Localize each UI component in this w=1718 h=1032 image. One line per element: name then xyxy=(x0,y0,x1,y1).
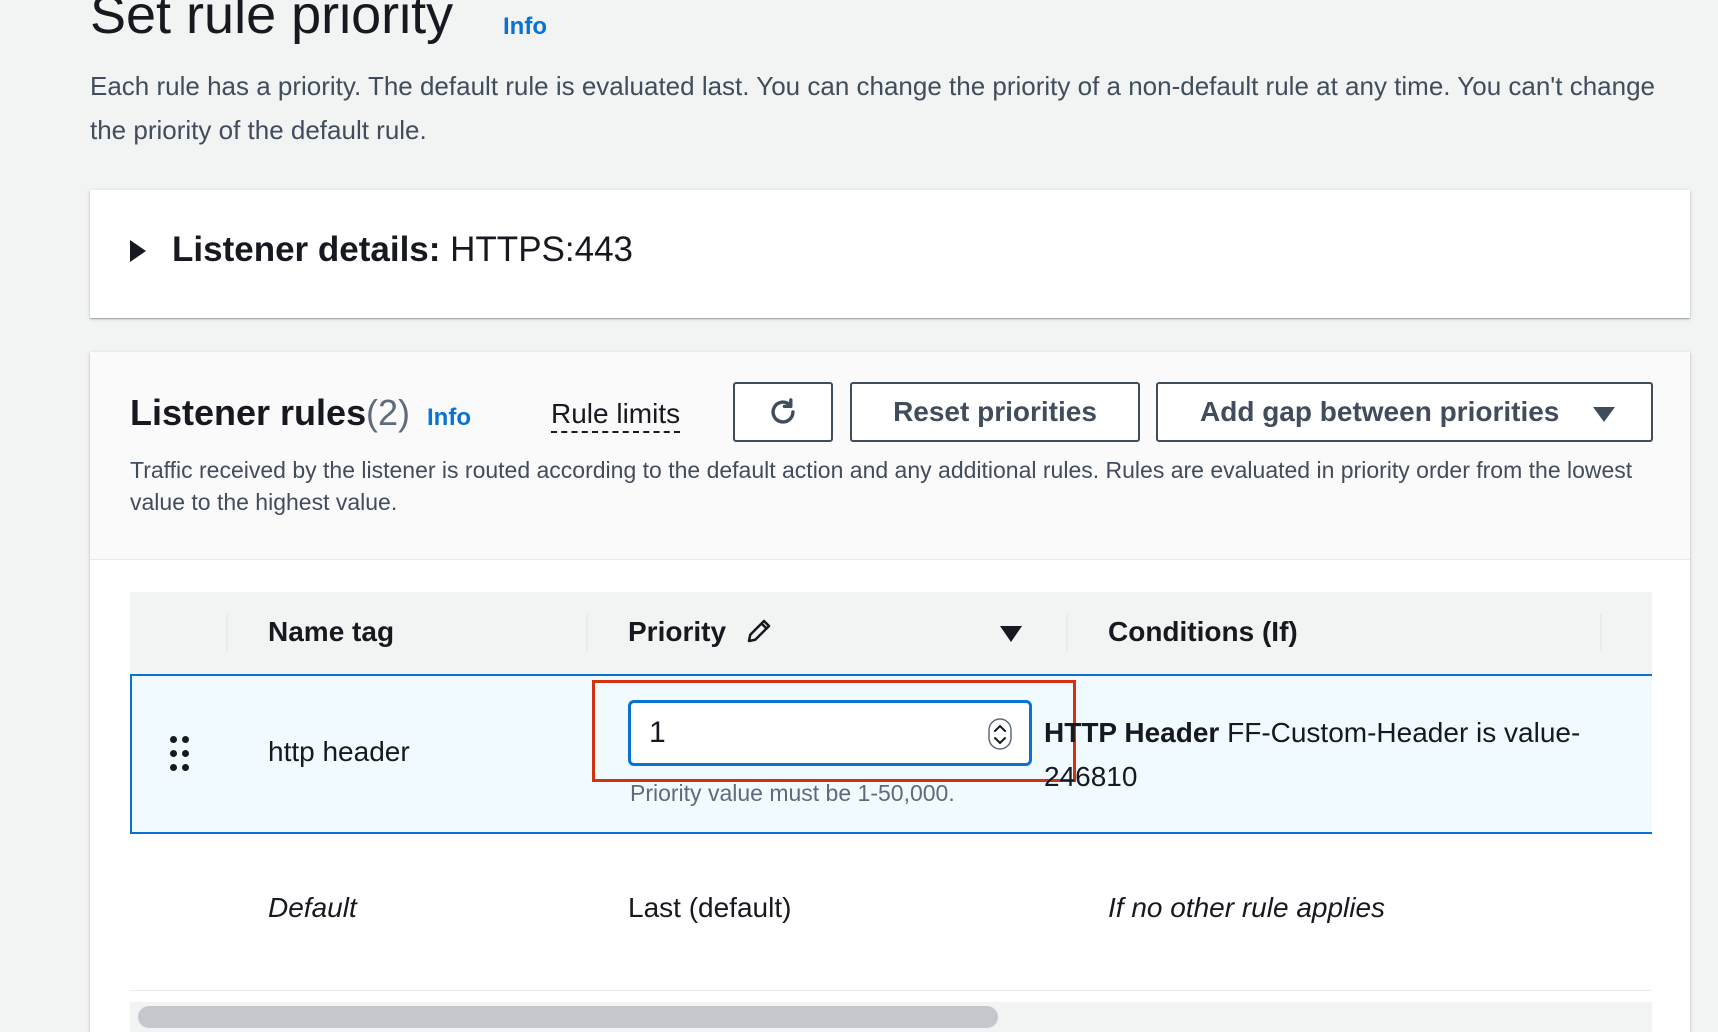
listener-rules-header: Listener rules (2) Info Rule limits Rese… xyxy=(90,352,1690,560)
listener-rules-panel: Listener rules (2) Info Rule limits Rese… xyxy=(90,352,1690,1032)
header-separator xyxy=(226,614,228,652)
listener-details-panel: Listener details: HTTPS:443 xyxy=(90,190,1690,318)
reset-priorities-button[interactable]: Reset priorities xyxy=(850,382,1140,442)
sort-down-icon[interactable] xyxy=(1000,626,1022,642)
page-info-link[interactable]: Info xyxy=(503,13,547,41)
pencil-icon xyxy=(747,619,771,643)
listener-rules-title: Listener rules xyxy=(130,392,367,433)
column-header-conditions[interactable]: Conditions (If) xyxy=(1108,616,1298,648)
listener-rules-info-link[interactable]: Info xyxy=(427,404,471,432)
column-header-priority[interactable]: Priority xyxy=(628,616,726,648)
row-condition-default: If no other rule applies xyxy=(1108,892,1386,923)
row-name-tag-default: Default xyxy=(268,892,357,923)
listener-details-heading[interactable]: Listener details: HTTPS:443 xyxy=(172,230,633,270)
header-separator xyxy=(1066,614,1068,652)
listener-details-value: HTTPS:443 xyxy=(450,230,634,269)
row-conditions: HTTP Header FF-Custom-Header is value-24… xyxy=(1044,711,1604,799)
header-separator xyxy=(586,614,588,652)
condition-type: HTTP Header xyxy=(1044,717,1220,748)
caret-down-icon xyxy=(1593,407,1615,422)
table-row-selected[interactable]: http header Priority value must be 1-50,… xyxy=(130,674,1652,834)
header-separator xyxy=(1600,614,1602,652)
number-spinner-icon[interactable] xyxy=(988,718,1012,750)
refresh-icon xyxy=(771,398,795,424)
page-title: Set rule priority xyxy=(90,0,454,45)
refresh-button[interactable] xyxy=(733,382,833,442)
add-gap-between-priorities-button[interactable]: Add gap between priorities xyxy=(1156,382,1653,442)
rule-limits-link[interactable]: Rule limits xyxy=(551,398,681,433)
add-gap-label: Add gap between priorities xyxy=(1200,396,1560,427)
listener-rules-count: (2) xyxy=(366,392,410,433)
column-header-name-tag[interactable]: Name tag xyxy=(268,616,394,648)
listener-rules-description: Traffic received by the listener is rout… xyxy=(130,457,1633,515)
expand-caret-icon[interactable] xyxy=(130,240,146,262)
listener-details-label: Listener details: xyxy=(172,230,441,269)
rules-table: Name tag Priority Conditions (If) http h… xyxy=(130,592,1652,1032)
priority-constraint-text: Priority value must be 1-50,000. xyxy=(630,780,955,806)
page-description: Each rule has a priority. The default ru… xyxy=(90,71,1656,145)
row-name-tag: http header xyxy=(268,736,410,767)
row-priority-default: Last (default) xyxy=(628,892,792,923)
table-row-default: Default Last (default) If no other rule … xyxy=(130,834,1652,991)
table-header: Name tag Priority Conditions (If) xyxy=(130,592,1652,675)
scrollbar-thumb[interactable] xyxy=(138,1006,998,1028)
priority-input[interactable] xyxy=(628,700,1032,766)
drag-handle-icon[interactable] xyxy=(170,736,192,772)
